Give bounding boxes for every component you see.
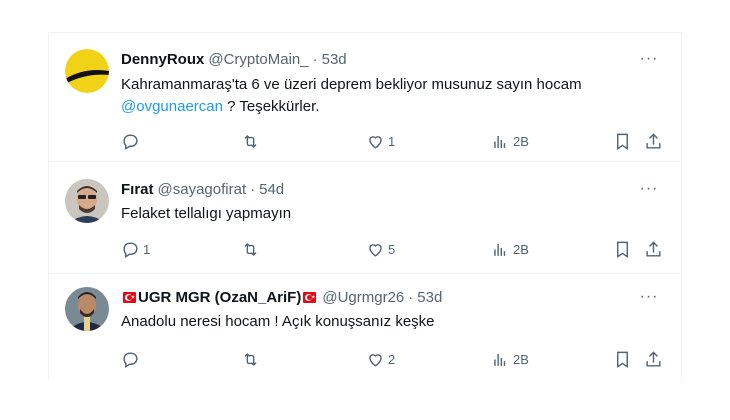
heart-icon	[369, 135, 382, 149]
display-name[interactable]: UGR MGR (OzaN_AriF)	[138, 289, 301, 306]
heart-icon	[369, 353, 382, 367]
retweet-icon	[244, 352, 257, 366]
timestamp[interactable]: 53d	[417, 289, 442, 306]
more-options-icon[interactable]: ···	[639, 51, 659, 73]
tweet-text-line: Felaket tellalıgı yapmayın	[121, 205, 292, 222]
user-handle[interactable]: @Ugrmgr26	[322, 289, 404, 306]
retweet-button[interactable]	[241, 349, 263, 369]
bookmark-icon	[617, 241, 628, 258]
tweet[interactable]: DennyRoux @CryptoMain_ · 53d ··· Kahrama…	[49, 33, 681, 162]
bookmark-icon	[617, 133, 628, 150]
tweet-text: Felaket tellalıgı yapmayın	[121, 203, 291, 225]
tweet-header: UGR MGR (OzaN_AriF) @Ugrmgr26 · 53d	[121, 289, 442, 306]
reply-button[interactable]: 1	[121, 239, 150, 259]
views-button[interactable]: 2B	[491, 131, 529, 151]
more-options-icon[interactable]: ···	[639, 289, 659, 311]
view-count: 2B	[513, 241, 529, 257]
reply-feed: DennyRoux @CryptoMain_ · 53d ··· Kahrama…	[48, 32, 682, 381]
analytics-icon	[494, 135, 506, 148]
tweet-text-line: @ovgunaercan ? Teşekkürler.	[121, 96, 582, 118]
view-count: 2B	[513, 351, 529, 367]
avatar[interactable]	[65, 287, 109, 331]
like-button[interactable]: 1	[366, 131, 395, 151]
mention-link[interactable]: @ovgunaercan	[121, 98, 223, 115]
like-button[interactable]: 2	[366, 349, 395, 369]
avatar[interactable]	[65, 49, 109, 93]
retweet-button[interactable]	[241, 239, 263, 259]
reply-icon	[123, 133, 138, 150]
like-count: 1	[388, 133, 396, 149]
avatar[interactable]	[65, 179, 109, 223]
tweet-text-rest: ? Teşekkürler.	[222, 98, 320, 115]
bookmark-button[interactable]	[613, 349, 632, 369]
tweet-text: Kahramanmaraş'ta 6 ve üzeri deprem bekli…	[121, 74, 582, 118]
share-button[interactable]	[644, 349, 663, 369]
reply-icon	[123, 351, 138, 368]
like-button[interactable]: 5	[366, 239, 395, 259]
analytics-icon	[494, 243, 506, 256]
reply-button[interactable]	[121, 349, 143, 369]
reply-icon	[123, 241, 138, 258]
retweet-icon	[244, 134, 257, 148]
like-count: 2	[388, 351, 396, 367]
share-icon	[646, 240, 661, 257]
share-button[interactable]	[644, 131, 663, 151]
timestamp[interactable]: 53d	[322, 51, 347, 68]
display-name[interactable]: DennyRoux	[121, 51, 204, 68]
bookmark-button[interactable]	[613, 131, 632, 151]
tweet-text: Anadolu neresi hocam ! Açık konuşsanız k…	[121, 311, 435, 333]
retweet-icon	[244, 242, 257, 256]
like-count: 5	[388, 241, 396, 257]
views-button[interactable]: 2B	[491, 349, 529, 369]
reply-button[interactable]	[121, 131, 143, 151]
tweet-header: Fırat @sayagofirat · 54d	[121, 181, 284, 198]
separator-dot: ·	[312, 51, 318, 68]
user-handle[interactable]: @CryptoMain_	[208, 51, 308, 68]
share-button[interactable]	[644, 239, 663, 259]
user-handle[interactable]: @sayagofirat	[158, 181, 247, 198]
tweet-text-line: Kahramanmaraş'ta 6 ve üzeri deprem bekli…	[121, 76, 582, 93]
analytics-icon	[494, 353, 506, 366]
turkey-flag-icon	[303, 292, 317, 303]
retweet-button[interactable]	[241, 131, 263, 151]
action-bar: 2 2B	[121, 349, 661, 369]
turkey-flag-icon	[123, 292, 136, 303]
bookmark-button[interactable]	[613, 239, 632, 259]
action-bar: 1 2B	[121, 131, 661, 151]
bookmark-icon	[617, 351, 628, 368]
reply-count: 1	[143, 241, 151, 257]
heart-icon	[369, 243, 382, 257]
views-button[interactable]: 2B	[491, 239, 529, 259]
tweet[interactable]: UGR MGR (OzaN_AriF) @Ugrmgr26 · 53d ··· …	[49, 273, 681, 381]
separator-dot: ·	[250, 181, 256, 198]
display-name[interactable]: Fırat	[121, 181, 154, 198]
tweet-text-line: Anadolu neresi hocam ! Açık konuşsanız k…	[121, 313, 435, 330]
view-count: 2B	[513, 133, 529, 149]
separator-dot: ·	[408, 289, 414, 306]
timestamp[interactable]: 54d	[259, 181, 284, 198]
tweet-header: DennyRoux @CryptoMain_ · 53d	[121, 51, 347, 68]
share-icon	[646, 132, 661, 149]
more-options-icon[interactable]: ···	[639, 181, 659, 203]
tweet[interactable]: Fırat @sayagofirat · 54d ··· Felaket tel…	[49, 161, 681, 274]
action-bar: 1 5 2B	[121, 239, 661, 259]
share-icon	[646, 350, 661, 367]
